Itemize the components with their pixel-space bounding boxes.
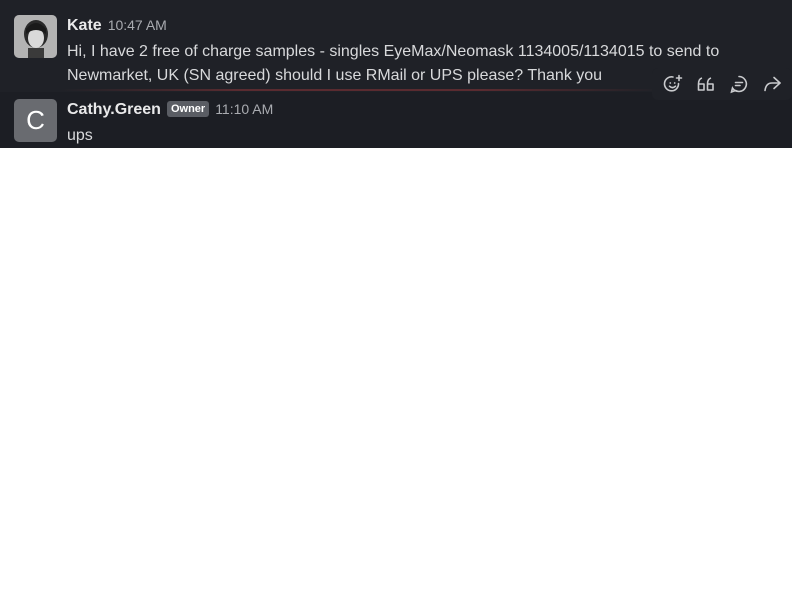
timestamp[interactable]: 11:10 AM (215, 101, 273, 117)
quote-icon (697, 77, 714, 91)
reply-in-thread-icon (729, 75, 747, 94)
quote-button[interactable] (694, 72, 718, 96)
message-actions-toolbar (652, 68, 792, 100)
author-name[interactable]: Kate (67, 17, 102, 35)
timestamp[interactable]: 10:47 AM (108, 17, 167, 33)
forward-button[interactable] (760, 72, 784, 96)
chat-panel: Kate 10:47 AM Hi, I have 2 free of charg… (0, 0, 792, 148)
reply-in-thread-button[interactable] (727, 72, 751, 96)
avatar-photo (14, 15, 57, 58)
avatar-letter: C (26, 105, 45, 135)
avatar[interactable] (14, 15, 57, 58)
message-header: Cathy.Green Owner 11:10 AM (67, 101, 273, 119)
author-name[interactable]: Cathy.Green (67, 101, 161, 119)
message-header: Kate 10:47 AM (67, 17, 167, 35)
message-item[interactable]: C Cathy.Green Owner 11:10 AM ups (0, 92, 792, 148)
message-body: ups (67, 127, 93, 144)
message-divider (60, 89, 660, 91)
forward-icon (763, 76, 781, 92)
role-badge: Owner (166, 101, 210, 117)
add-reaction-icon (663, 74, 682, 92)
avatar[interactable]: C (14, 99, 57, 142)
add-reaction-button[interactable] (661, 72, 685, 96)
